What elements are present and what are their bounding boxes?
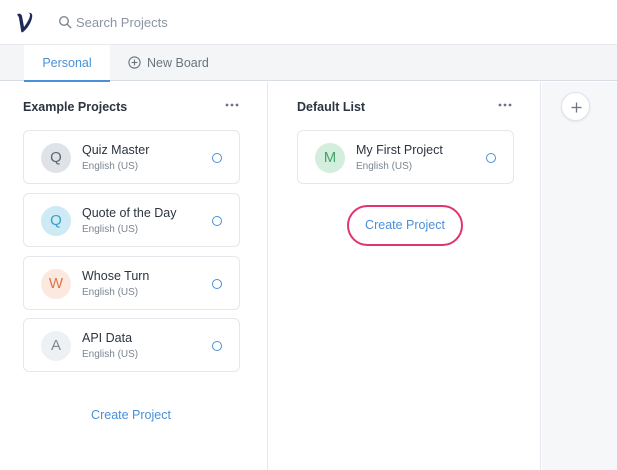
v-logo-icon[interactable] (14, 9, 36, 35)
project-avatar: W (41, 269, 71, 299)
top-bar (0, 0, 617, 45)
board-column-default-list: Default List M My First Project English … (269, 82, 541, 470)
project-language: English (US) (82, 287, 139, 298)
add-column-area (542, 82, 617, 470)
tab-new-board-label: New Board (147, 56, 209, 70)
project-language: English (US) (82, 349, 139, 360)
project-language: English (US) (356, 161, 413, 172)
select-radio[interactable] (212, 216, 222, 226)
project-card-api-data[interactable]: A API Data English (US) (23, 318, 240, 372)
column-title: Example Projects (23, 100, 128, 114)
search-input[interactable] (76, 11, 326, 33)
project-card-quote-of-the-day[interactable]: Q Quote of the Day English (US) (23, 193, 240, 247)
project-avatar: Q (41, 143, 71, 173)
add-column-button[interactable] (561, 92, 590, 121)
plus-icon (571, 102, 582, 113)
project-card-whose-turn[interactable]: W Whose Turn English (US) (23, 256, 240, 310)
column-title: Default List (297, 100, 366, 114)
select-radio[interactable] (212, 279, 222, 289)
tab-personal[interactable]: Personal (24, 45, 110, 82)
project-language: English (US) (82, 224, 139, 235)
more-options-icon[interactable] (497, 98, 513, 112)
project-name: Quote of the Day (82, 206, 177, 220)
create-project-link[interactable]: Create Project (0, 408, 262, 422)
project-card-quiz-master[interactable]: Q Quiz Master English (US) (23, 130, 240, 184)
select-radio[interactable] (486, 153, 496, 163)
select-radio[interactable] (212, 153, 222, 163)
project-avatar: M (315, 143, 345, 173)
project-language: English (US) (82, 161, 139, 172)
project-name: My First Project (356, 143, 443, 157)
project-name: Whose Turn (82, 269, 150, 283)
tab-new-board[interactable]: New Board (128, 45, 218, 81)
search-icon (58, 15, 72, 29)
board-column-example-projects: Example Projects Q Quiz Master English (… (0, 82, 268, 470)
tab-personal-label: Personal (42, 56, 92, 70)
more-options-icon[interactable] (224, 98, 240, 112)
project-avatar: A (41, 331, 71, 361)
create-project-button-highlighted[interactable]: Create Project (347, 205, 463, 246)
tab-bar: Personal New Board (0, 45, 617, 82)
project-name: Quiz Master (82, 143, 150, 157)
project-avatar: Q (41, 206, 71, 236)
project-name: API Data (82, 331, 133, 345)
plus-circle-icon (128, 56, 141, 69)
project-card-my-first-project[interactable]: M My First Project English (US) (297, 130, 514, 184)
select-radio[interactable] (212, 341, 222, 351)
